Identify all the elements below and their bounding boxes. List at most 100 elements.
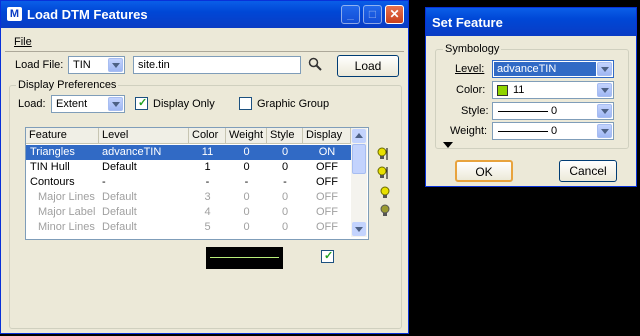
bulb-icon[interactable] bbox=[377, 165, 389, 181]
cell-level: advanceTIN bbox=[102, 146, 162, 158]
cell-color: 5 bbox=[204, 221, 211, 233]
chevron-down-icon bbox=[597, 62, 612, 76]
expand-arrow-icon[interactable] bbox=[443, 142, 453, 148]
cell-weight: 0 bbox=[243, 206, 250, 218]
cell-color: - bbox=[205, 176, 210, 188]
app-icon: M bbox=[7, 7, 22, 21]
level-value: advanceTIN bbox=[497, 63, 557, 75]
bulb-icon[interactable] bbox=[379, 203, 391, 219]
set-feature-dialog: Set Feature Symbology Level: advanceTIN … bbox=[425, 7, 637, 187]
cell-color: 1 bbox=[204, 161, 211, 173]
chevron-down-icon bbox=[108, 58, 123, 72]
cell-weight: - bbox=[244, 176, 249, 188]
chevron-down-icon bbox=[108, 97, 123, 111]
cell-level: Default bbox=[102, 191, 137, 203]
graphic-group-checkbox[interactable] bbox=[239, 97, 252, 110]
window-title: Load DTM Features bbox=[27, 7, 148, 22]
menu-divider bbox=[5, 51, 404, 52]
cell-feature: Minor Lines bbox=[38, 221, 95, 233]
cell-feature: Major Lines bbox=[38, 191, 95, 203]
color-swatch bbox=[497, 85, 508, 96]
cell-weight: 0 bbox=[243, 161, 250, 173]
cell-display: ON bbox=[318, 146, 336, 158]
ok-button[interactable]: OK bbox=[455, 160, 513, 182]
weight-line bbox=[498, 131, 548, 132]
load-button[interactable]: Load bbox=[337, 55, 399, 77]
table-row[interactable]: Minor Lines Default 5 0 0 OFF bbox=[26, 220, 351, 235]
cell-style: - bbox=[283, 176, 287, 188]
titlebar[interactable]: M Load DTM Features _ □ ✕ bbox=[1, 1, 408, 28]
chevron-down-icon bbox=[597, 124, 612, 138]
level-label: Level: bbox=[455, 63, 485, 75]
col-header-color[interactable]: Color bbox=[189, 128, 226, 144]
table-row[interactable]: Triangles advanceTIN 11 0 0 ON bbox=[26, 145, 351, 160]
display-only-checkbox[interactable]: ✓ bbox=[135, 97, 148, 110]
col-header-level[interactable]: Level bbox=[99, 128, 189, 144]
scroll-up-icon[interactable] bbox=[352, 129, 366, 143]
table-row[interactable]: TIN Hull Default 1 0 0 OFF bbox=[26, 160, 351, 175]
file-type-value: TIN bbox=[73, 59, 91, 71]
maximize-icon: □ bbox=[363, 5, 382, 24]
cell-style: 0 bbox=[281, 191, 289, 203]
bulb-icon[interactable] bbox=[377, 146, 389, 162]
checkmark-icon: ✓ bbox=[324, 250, 334, 262]
dialog-titlebar[interactable]: Set Feature bbox=[426, 8, 636, 36]
cell-weight: 0 bbox=[243, 146, 250, 158]
cell-level: Default bbox=[102, 161, 137, 173]
scroll-down-icon[interactable] bbox=[352, 222, 366, 236]
cell-level: - bbox=[102, 176, 106, 188]
col-header-display[interactable]: Display bbox=[303, 128, 351, 144]
col-header-feature[interactable]: Feature bbox=[26, 128, 99, 144]
scroll-thumb[interactable] bbox=[352, 144, 366, 174]
symbology-preview bbox=[206, 247, 283, 269]
close-icon[interactable]: ✕ bbox=[385, 5, 404, 24]
table-scrollbar[interactable] bbox=[351, 128, 367, 237]
checkmark-icon: ✓ bbox=[138, 97, 148, 109]
level-select[interactable]: advanceTIN bbox=[492, 60, 614, 78]
display-only-label: Display Only bbox=[153, 98, 215, 110]
bulb-icon[interactable] bbox=[379, 185, 391, 201]
chevron-down-icon bbox=[597, 83, 612, 97]
table-row[interactable]: Major Label Default 4 0 0 OFF bbox=[26, 205, 351, 220]
cell-level: Default bbox=[102, 221, 137, 233]
col-header-style[interactable]: Style bbox=[267, 128, 303, 144]
file-type-select[interactable]: TIN bbox=[68, 56, 125, 74]
display-preferences-label: Display Preferences bbox=[16, 79, 119, 91]
load-mode-value: Extent bbox=[56, 98, 88, 110]
load-mode-label: Load: bbox=[18, 98, 46, 110]
cell-level: Default bbox=[102, 206, 137, 218]
cell-style: 0 bbox=[281, 221, 289, 233]
cell-weight: 0 bbox=[243, 191, 250, 203]
cell-feature: Major Label bbox=[38, 206, 96, 218]
style-select[interactable]: 0 bbox=[492, 102, 614, 120]
col-header-weight[interactable]: Weight bbox=[226, 128, 267, 144]
style-label: Style: bbox=[461, 105, 489, 117]
file-name-input[interactable]: site.tin bbox=[133, 56, 301, 74]
style-line bbox=[498, 111, 548, 112]
cell-display: OFF bbox=[316, 221, 338, 233]
table-row[interactable]: Contours - - - - OFF bbox=[26, 175, 351, 190]
cell-feature: Triangles bbox=[30, 146, 75, 158]
table-row[interactable]: Major Lines Default 3 0 0 OFF bbox=[26, 190, 351, 205]
cell-color: 3 bbox=[204, 191, 211, 203]
menu-file[interactable]: File bbox=[14, 36, 32, 48]
search-icon[interactable] bbox=[308, 57, 322, 71]
feature-table[interactable]: Feature Level Color Weight Style Display… bbox=[25, 127, 369, 240]
cell-display: OFF bbox=[316, 206, 338, 218]
preview-checkbox[interactable]: ✓ bbox=[321, 250, 334, 263]
weight-label: Weight: bbox=[450, 125, 488, 137]
chevron-down-icon bbox=[597, 104, 612, 118]
preview-line bbox=[210, 257, 279, 258]
color-select[interactable]: 11 bbox=[492, 81, 614, 99]
cell-display: OFF bbox=[316, 161, 338, 173]
color-label: Color: bbox=[456, 84, 486, 96]
cancel-button[interactable]: Cancel bbox=[559, 160, 617, 182]
load-file-label: Load File: bbox=[15, 59, 64, 71]
weight-select[interactable]: 0 bbox=[492, 122, 614, 140]
cell-style: 0 bbox=[281, 146, 289, 158]
load-mode-select[interactable]: Extent bbox=[51, 95, 125, 113]
cell-color: 11 bbox=[201, 146, 214, 158]
file-name-value: site.tin bbox=[138, 59, 170, 71]
cell-feature: TIN Hull bbox=[30, 161, 70, 173]
cell-display: OFF bbox=[316, 176, 338, 188]
